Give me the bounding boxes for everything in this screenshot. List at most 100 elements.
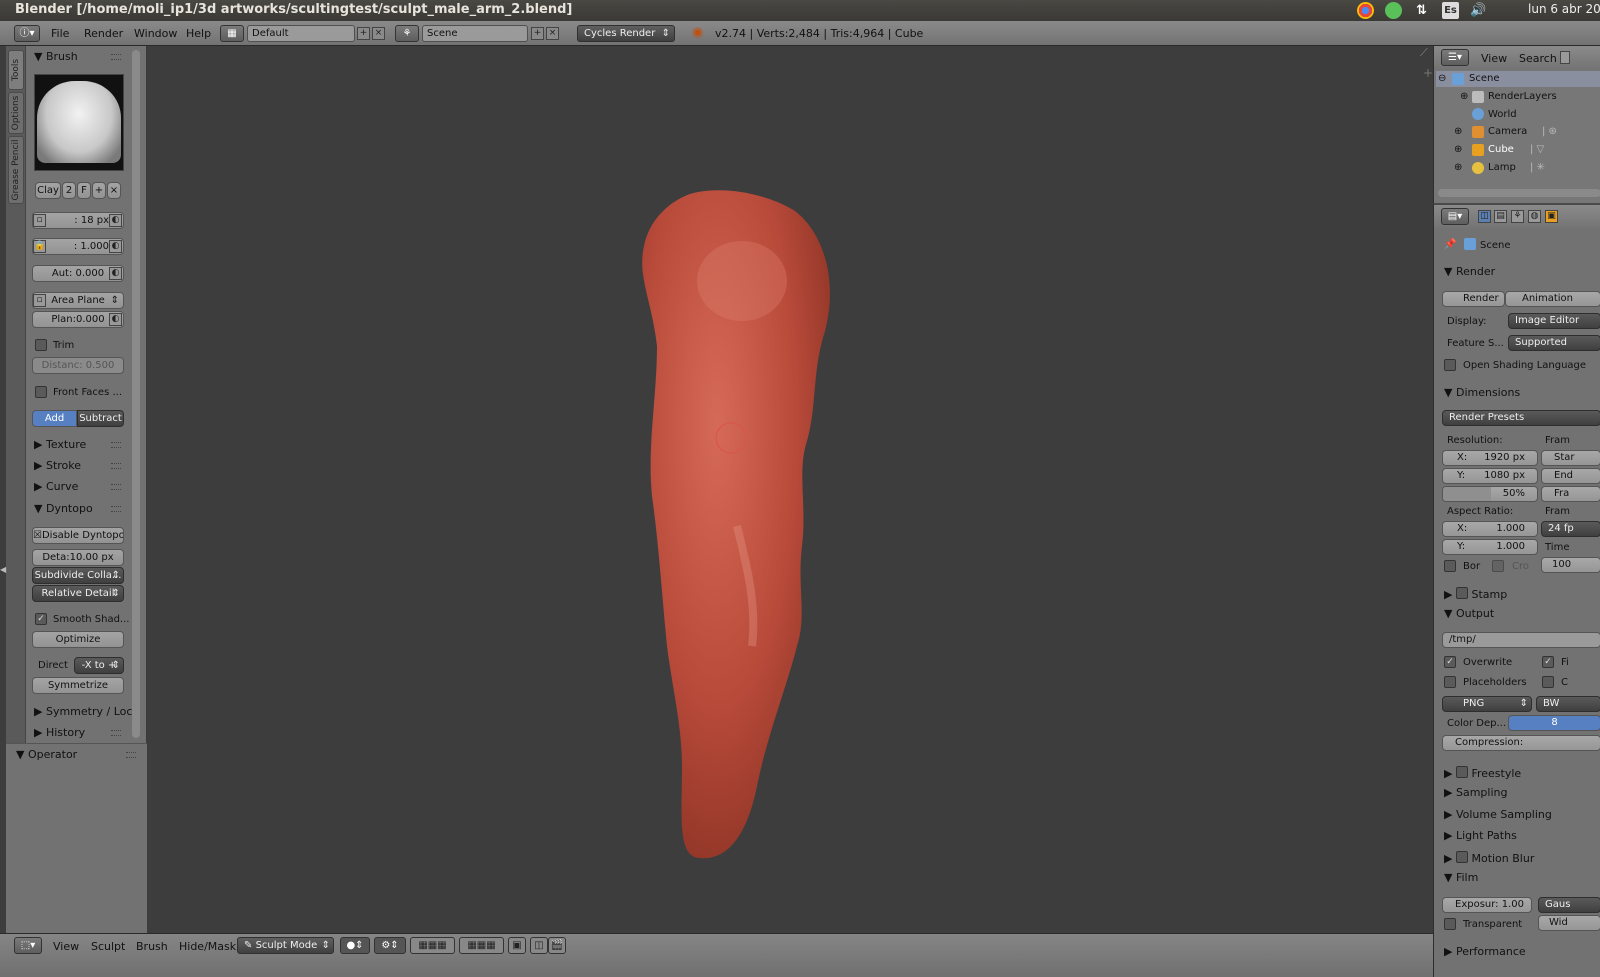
screen-layout-icon[interactable]: ▦ bbox=[220, 25, 244, 42]
menu-render[interactable]: Render bbox=[84, 27, 123, 40]
screen-layout-field[interactable]: Default bbox=[247, 25, 355, 42]
info-editor-type-icon[interactable]: ⓘ▾ bbox=[14, 25, 40, 42]
menu-window[interactable]: Window bbox=[134, 27, 177, 40]
transparent-checkbox[interactable] bbox=[1444, 918, 1456, 930]
symmetrize-button[interactable]: Symmetrize bbox=[32, 677, 124, 694]
frame-end-field[interactable]: End bbox=[1541, 468, 1600, 484]
animation-button[interactable]: Animation bbox=[1505, 291, 1600, 307]
relative-detail-select[interactable]: Relative Detail ⇕ bbox=[32, 585, 124, 602]
menu-file[interactable]: File bbox=[51, 27, 69, 40]
mode-select[interactable]: ✎ Sculpt Mode ⇕ bbox=[237, 937, 334, 954]
remove-layout-icon[interactable]: × bbox=[372, 27, 385, 40]
disable-dyntopo-button[interactable]: ☒Disable Dyntopo bbox=[32, 527, 124, 544]
tab-tools[interactable]: Tools bbox=[8, 50, 24, 90]
resolution-y-field[interactable]: Y: 1080 px bbox=[1442, 468, 1538, 484]
brush-users-field[interactable]: 2 bbox=[62, 182, 76, 199]
output-section-header[interactable]: ▼ Output bbox=[1444, 607, 1494, 620]
opengl-render-icon[interactable]: 🎬 bbox=[548, 937, 566, 954]
add-mode-button[interactable]: Add bbox=[32, 410, 77, 427]
render-button[interactable]: Render bbox=[1442, 291, 1505, 307]
render-preview-icon[interactable]: ◫ bbox=[530, 937, 548, 954]
smooth-shading-checkbox[interactable]: ✓ bbox=[35, 613, 47, 625]
layers-grid-icon[interactable]: ▦▦▦ bbox=[459, 937, 504, 954]
brush-name-field[interactable]: Clay bbox=[35, 182, 61, 199]
volume-icon[interactable]: 🔊 bbox=[1470, 2, 1487, 19]
frame-step-field[interactable]: Fra bbox=[1541, 486, 1600, 502]
expand-icon[interactable]: ⊖ bbox=[1438, 73, 1446, 84]
panel-grip[interactable] bbox=[126, 752, 136, 758]
brush-preview-frame[interactable] bbox=[34, 74, 124, 171]
aspect-x-field[interactable]: X: 1.000 bbox=[1442, 521, 1538, 537]
messaging-icon[interactable] bbox=[1385, 2, 1402, 19]
display-select[interactable]: Image Editor bbox=[1508, 313, 1600, 329]
subdivide-collapse-select[interactable]: Subdivide Colla... ⇕ bbox=[32, 567, 124, 584]
3d-viewport[interactable]: + ⟋ bbox=[147, 46, 1433, 933]
render-tab-icon[interactable]: ◫ bbox=[1478, 210, 1491, 223]
menu-hide-mask[interactable]: Hide/Mask bbox=[179, 940, 236, 953]
outliner-item-world[interactable]: World bbox=[1488, 109, 1517, 120]
freestyle-section-header[interactable]: ▶ Freestyle bbox=[1444, 765, 1521, 780]
panel-grip[interactable] bbox=[111, 463, 121, 469]
direction-select[interactable]: -X to + ⇕ bbox=[74, 657, 124, 674]
outliner-scrollbar[interactable] bbox=[1438, 189, 1600, 197]
mesh-data-icon[interactable]: | ▽ bbox=[1530, 144, 1544, 155]
compression-field[interactable]: Compression: bbox=[1442, 735, 1600, 751]
stamp-checkbox[interactable] bbox=[1455, 587, 1468, 599]
view3d-editor-type-icon[interactable]: ⬚▾ bbox=[14, 937, 42, 954]
detail-size-field[interactable]: Deta:10.00 px bbox=[32, 549, 124, 566]
motion-blur-section-header[interactable]: ▶ Motion Blur bbox=[1444, 850, 1534, 865]
radius-unit-icon[interactable]: ▫ bbox=[33, 214, 46, 227]
stroke-section-header[interactable]: ▶ Stroke bbox=[34, 459, 81, 472]
optimize-button[interactable]: Optimize bbox=[32, 631, 124, 648]
front-faces-checkbox[interactable] bbox=[35, 386, 47, 398]
scene-icon[interactable]: ⚘ bbox=[395, 25, 419, 42]
resolution-percentage-field[interactable]: 50% bbox=[1442, 486, 1538, 502]
tab-options[interactable]: Options bbox=[8, 92, 24, 134]
expand-icon[interactable]: ⊕ bbox=[1454, 162, 1462, 173]
local-layer-icon[interactable]: ▣ bbox=[508, 937, 526, 954]
outliner-item-scene[interactable]: Scene bbox=[1469, 73, 1500, 84]
add-scene-icon[interactable]: + bbox=[531, 27, 544, 40]
menu-brush[interactable]: Brush bbox=[136, 940, 168, 953]
panel-grip[interactable] bbox=[111, 442, 121, 448]
border-checkbox[interactable] bbox=[1444, 560, 1456, 572]
dyntopo-section-header[interactable]: ▼ Dyntopo bbox=[34, 502, 93, 515]
layers-grid-icon[interactable]: ▦▦▦ bbox=[410, 937, 455, 954]
outliner-item-cube[interactable]: Cube bbox=[1488, 144, 1514, 155]
add-layout-icon[interactable]: + bbox=[357, 27, 370, 40]
panel-grip[interactable] bbox=[111, 730, 121, 736]
feature-set-select[interactable]: Supported bbox=[1508, 335, 1600, 351]
unlink-brush-icon[interactable]: × bbox=[107, 182, 121, 199]
distance-field[interactable]: Distanc: 0.500 bbox=[32, 357, 124, 374]
trim-checkbox[interactable] bbox=[35, 339, 47, 351]
outliner-item-lamp[interactable]: Lamp bbox=[1488, 162, 1516, 173]
time-remap-field[interactable]: 100 bbox=[1541, 557, 1600, 573]
operator-section-header[interactable]: ▼ Operator bbox=[16, 748, 77, 761]
expand-icon[interactable]: ⊕ bbox=[1460, 91, 1468, 102]
expand-icon[interactable]: ⊕ bbox=[1454, 144, 1462, 155]
display-mode-icon[interactable] bbox=[1560, 51, 1570, 64]
cache-result-checkbox[interactable] bbox=[1542, 676, 1554, 688]
color-mode-bw-button[interactable]: BW bbox=[1536, 696, 1600, 712]
remove-scene-icon[interactable]: × bbox=[546, 27, 559, 40]
lamp-data-icon[interactable]: | ✳ bbox=[1530, 162, 1545, 173]
sampling-section-header[interactable]: ▶ Sampling bbox=[1444, 786, 1507, 799]
area-corner-icon[interactable]: ⟋ bbox=[1420, 46, 1428, 60]
texture-section-header[interactable]: ▶ Texture bbox=[34, 438, 86, 451]
resolution-x-field[interactable]: X: 1920 px bbox=[1442, 450, 1538, 466]
render-section-header[interactable]: ▼ Render bbox=[1444, 265, 1495, 278]
new-brush-icon[interactable]: + bbox=[92, 182, 106, 199]
panel-grip[interactable] bbox=[111, 506, 121, 512]
strength-pressure-icon[interactable]: ◐ bbox=[109, 240, 122, 253]
render-layers-tab-icon[interactable]: ▤ bbox=[1494, 210, 1507, 223]
motion-blur-checkbox[interactable] bbox=[1455, 851, 1468, 863]
light-paths-section-header[interactable]: ▶ Light Paths bbox=[1444, 829, 1517, 842]
network-icon[interactable]: ⇅ bbox=[1413, 2, 1430, 19]
scene-field[interactable]: Scene bbox=[422, 25, 528, 42]
aspect-y-field[interactable]: Y: 1.000 bbox=[1442, 539, 1538, 555]
panel-grip[interactable] bbox=[111, 484, 121, 490]
film-section-header[interactable]: ▼ Film bbox=[1444, 871, 1478, 884]
filter-width-field[interactable]: Wid bbox=[1538, 915, 1600, 931]
keyboard-layout-indicator[interactable]: Es bbox=[1442, 2, 1459, 19]
overwrite-checkbox[interactable]: ✓ bbox=[1444, 656, 1456, 668]
